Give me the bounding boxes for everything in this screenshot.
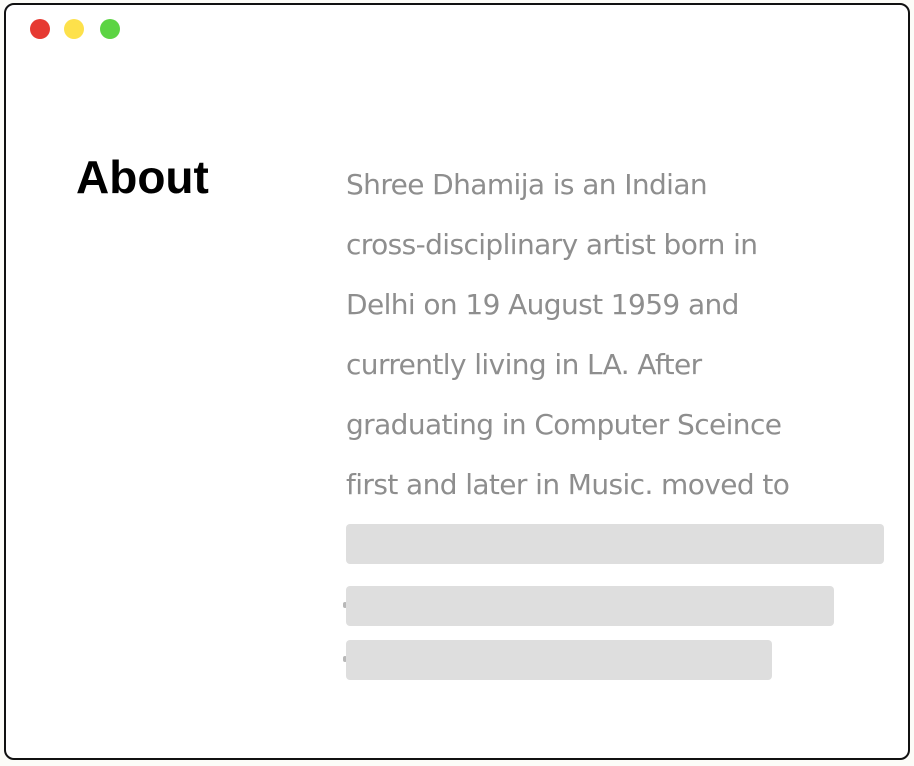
about-text-line: graduating in Computer Sceince: [346, 408, 782, 441]
app-window: About Shree Dhamija is an Indian cross-d…: [4, 3, 910, 760]
about-text-line: cross-disciplinary artist born in: [346, 228, 758, 261]
loading-placeholder-line: [346, 640, 772, 680]
about-text: Shree Dhamija is an Indian cross-discipl…: [346, 161, 866, 521]
zoom-window-button[interactable]: [100, 19, 120, 39]
about-text-line: Delhi on 19 August 1959 and: [346, 288, 739, 321]
about-text-line: currently living in LA. After: [346, 348, 702, 381]
close-window-button[interactable]: [30, 19, 50, 39]
about-text-line: Shree Dhamija is an Indian: [346, 168, 708, 201]
loading-placeholder-line: [346, 524, 884, 564]
about-heading: About: [76, 151, 209, 203]
minimize-window-button[interactable]: [64, 19, 84, 39]
about-text-line: first and later in Music. moved to: [346, 468, 790, 501]
loading-placeholder-line: [346, 586, 834, 626]
